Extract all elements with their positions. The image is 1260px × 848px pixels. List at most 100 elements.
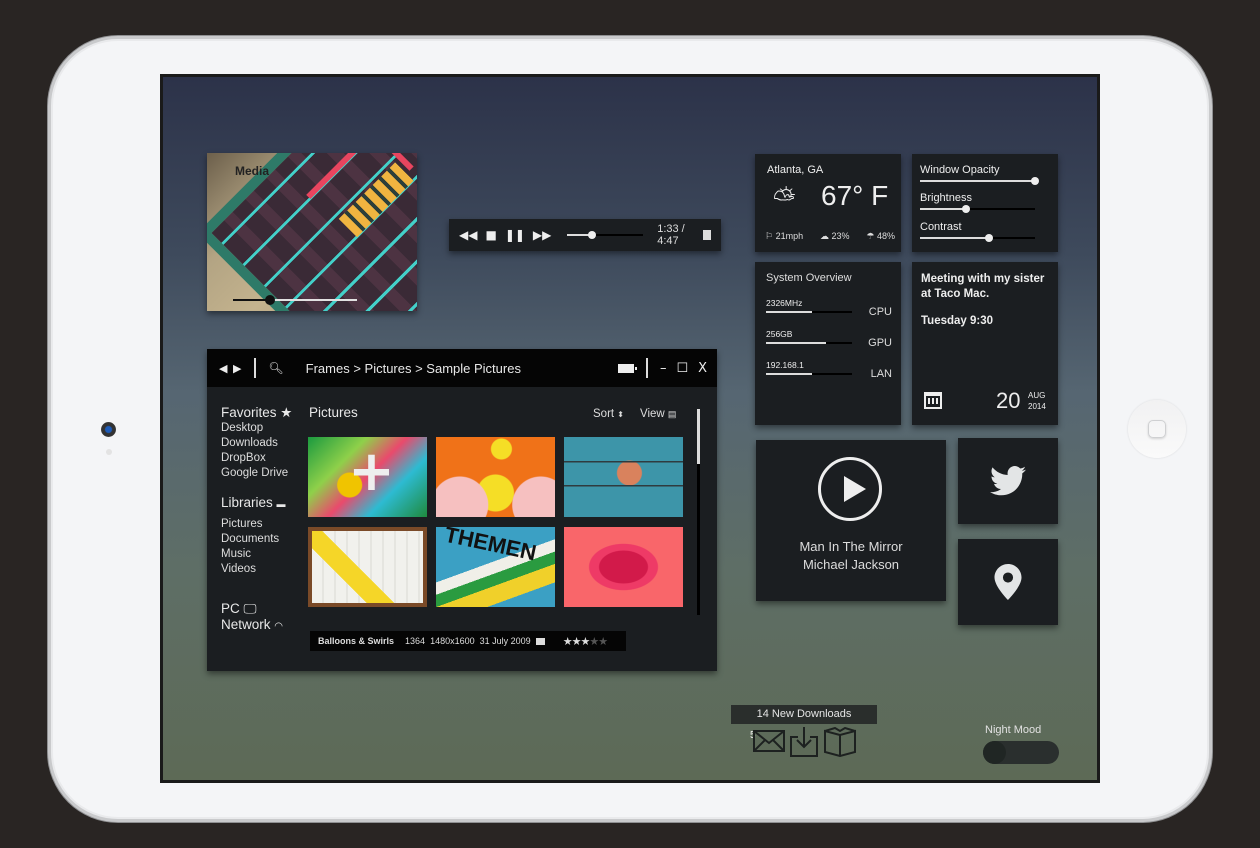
fast-forward-icon[interactable]: ▶▶ (533, 228, 551, 242)
monitor-icon: 🖵︎ (243, 601, 257, 616)
divider (254, 358, 257, 378)
image-date: 31 July 2009 (479, 636, 531, 646)
battery-icon (617, 363, 637, 373)
play-button[interactable] (818, 457, 882, 521)
sidebar-item-desktop[interactable]: Desktop (221, 421, 292, 436)
content-title: Pictures (309, 405, 358, 420)
weather-temperature: 67° F (821, 180, 889, 211)
media-title: Media (235, 164, 270, 178)
image-info-bar: Balloons & Swirls 1364 1480x1600 31 July… (310, 631, 626, 651)
wind-flag-icon: ⚐ (765, 231, 774, 241)
list-view-icon: ▤ (667, 409, 677, 419)
media-seek-slider[interactable] (233, 295, 357, 305)
slider-knob[interactable] (1031, 177, 1039, 185)
star-icon[interactable]: ★ (589, 636, 599, 648)
book-icon[interactable] (823, 727, 857, 757)
sidebar-item-pc[interactable]: PC 🖵︎ (221, 601, 292, 616)
weather-widget: Atlanta, GA ⛅︎ 67° F ⚐ 21mph ☁ 23% ☂ 48% (755, 154, 901, 252)
maximize-button[interactable]: ☐ (676, 361, 688, 376)
sidebar-item-documents[interactable]: Documents (221, 532, 292, 547)
thumbnail[interactable] (564, 437, 683, 517)
camera-icon (535, 637, 545, 645)
toggle-knob[interactable] (983, 741, 1006, 764)
brightness-slider[interactable]: Brightness (920, 192, 1035, 213)
thumbnail[interactable] (564, 527, 683, 607)
song-title: Man In The Mirror (799, 539, 903, 554)
star-icon[interactable]: ★ (598, 636, 608, 648)
downloads-banner[interactable]: 14 New Downloads (731, 705, 877, 724)
sort-view-controls: Sort ⬍ View ▤ (593, 408, 676, 420)
map-pin-icon (958, 539, 1058, 625)
search-icon[interactable]: 🔍︎ (268, 361, 283, 375)
image-name: Balloons & Swirls (318, 636, 395, 646)
system-overview-widget: System Overview 2326MHz CPU 256GB GPU 19… (755, 262, 901, 425)
pause-icon[interactable]: ❚❚ (505, 228, 525, 242)
window-opacity-slider[interactable]: Window Opacity (920, 164, 1039, 185)
home-button[interactable] (1128, 400, 1186, 458)
sensor (106, 449, 112, 455)
image-id: 1364 (405, 636, 426, 646)
partly-cloudy-icon: ⛅︎ (773, 182, 796, 215)
now-playing: Man In The Mirror Michael Jackson (756, 538, 946, 574)
stop-icon[interactable]: ■ (485, 228, 496, 242)
rating-stars[interactable]: ★★★★★ (563, 635, 608, 648)
rewind-icon[interactable]: ◀◀ (459, 228, 477, 242)
slider-knob[interactable] (962, 205, 970, 213)
star-icon[interactable]: ★ (563, 636, 573, 648)
sidebar-item-network[interactable]: Network ◠ (221, 617, 292, 634)
star-icon[interactable]: ★ (580, 636, 590, 648)
thumbnail[interactable] (436, 527, 555, 607)
scrollbar-thumb[interactable] (697, 409, 700, 464)
calendar-event-widget[interactable]: Meeting with my sister at Taco Mac. Tues… (912, 262, 1058, 425)
contrast-slider[interactable]: Contrast (920, 221, 1035, 242)
sidebar-item-dropbox[interactable]: DropBox (221, 451, 292, 466)
slider-knob[interactable] (985, 234, 993, 242)
display-settings-widget: Window Opacity Brightness Contrast (912, 154, 1058, 252)
image-dimensions: 1480x1600 (430, 636, 475, 646)
sort-button[interactable]: Sort ⬍ (593, 408, 624, 420)
thumbnail[interactable] (308, 527, 427, 607)
rain-chance: 48% (876, 231, 895, 241)
sidebar-item-downloads[interactable]: Downloads (221, 436, 292, 451)
weather-city: Atlanta, GA (767, 164, 824, 176)
sidebar-item-google-drive[interactable]: Google Drive (221, 466, 292, 481)
divider (645, 358, 648, 378)
location-tile[interactable] (958, 539, 1058, 625)
sidebar-item-pictures[interactable]: Pictures (221, 517, 292, 532)
breadcrumb[interactable]: Frames > Pictures > Sample Pictures (306, 361, 521, 376)
view-button[interactable]: View ▤ (640, 408, 676, 420)
sort-icon: ⬍ (617, 410, 624, 419)
back-forward-icon[interactable]: ◀ ▶ (219, 362, 242, 375)
event-time: Tuesday 9:30 (921, 315, 994, 327)
calendar-icon[interactable] (924, 392, 942, 409)
folder-icon: ▬ (276, 499, 286, 509)
close-button[interactable]: X (698, 361, 707, 376)
player-seek-knob[interactable] (588, 231, 597, 239)
player-seek-slider[interactable] (567, 231, 644, 239)
minimize-button[interactable]: – (660, 361, 667, 376)
night-mood-toggle[interactable] (983, 741, 1059, 764)
lan-row: 192.168.1 LAN (766, 360, 892, 380)
cpu-row: 2326MHz CPU (766, 298, 892, 318)
thumbnail[interactable] (436, 437, 555, 517)
twitter-tile[interactable] (958, 438, 1058, 524)
media-widget[interactable]: Media (207, 153, 417, 311)
libraries-heading[interactable]: Libraries ▬ (221, 495, 292, 512)
artist-name: Michael Jackson (802, 557, 900, 572)
thumbnail-grid (308, 437, 684, 607)
event-day: 20 (996, 388, 1021, 413)
sidebar-item-videos[interactable]: Videos (221, 562, 292, 577)
download-icon[interactable] (789, 727, 819, 757)
thumbnail[interactable] (308, 437, 427, 517)
mail-icon[interactable] (753, 727, 785, 753)
sidebar-item-music[interactable]: Music (221, 547, 292, 562)
umbrella-icon: ☂ (866, 231, 875, 241)
twitter-bird-icon (958, 438, 1058, 524)
system-title: System Overview (766, 272, 852, 284)
event-title: Meeting with my sister at Taco Mac. (921, 273, 1045, 300)
volume-icon[interactable] (703, 230, 711, 240)
favorites-heading[interactable]: Favorites ★ (221, 405, 292, 420)
scrollbar[interactable] (697, 409, 700, 615)
explorer-titlebar: ◀ ▶ 🔍︎ Frames > Pictures > Sample Pictur… (207, 349, 717, 387)
weather-stats: ⚐ 21mph ☁ 23% ☂ 48% (765, 231, 895, 242)
